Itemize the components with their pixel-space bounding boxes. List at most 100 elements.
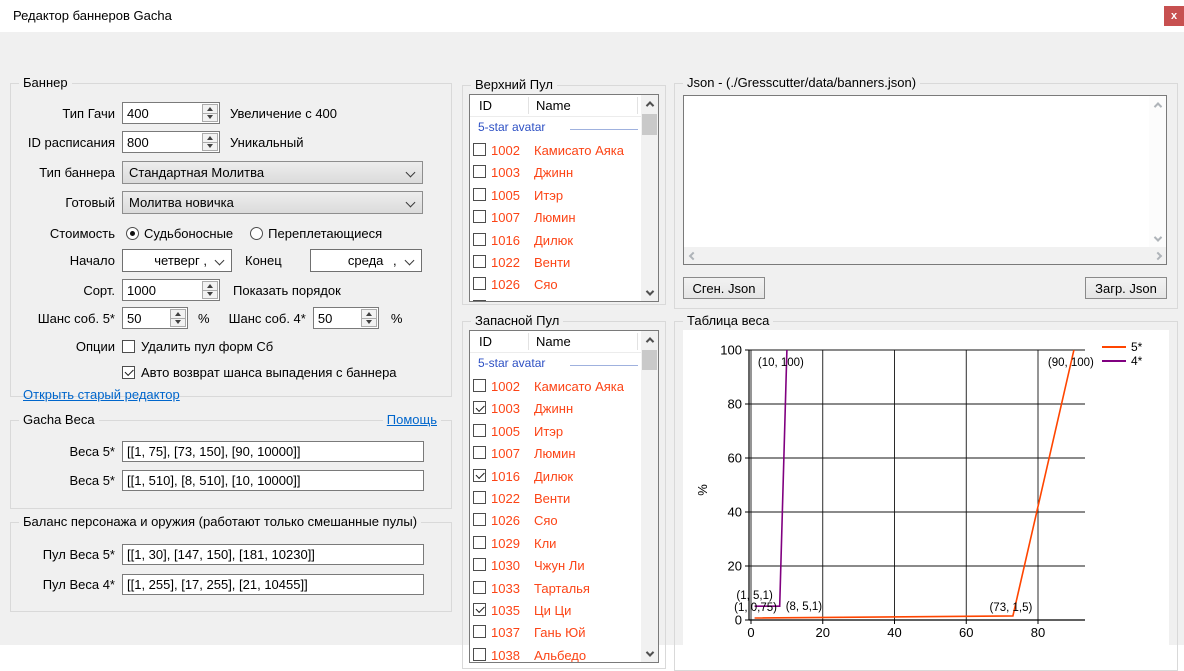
upper-pool-list[interactable]: IDName5-star avatar1002Камисато Аяка1003… (469, 94, 659, 302)
spinner-buttons[interactable] (202, 281, 218, 299)
spin-down-icon[interactable] (203, 114, 217, 122)
item-checkbox[interactable] (473, 401, 486, 414)
load-json-button[interactable]: Загр. Json (1085, 277, 1167, 299)
schedule-id-stepper[interactable]: 800 (122, 131, 220, 153)
prefab-select[interactable]: Молитва новичка (122, 191, 423, 214)
svg-text:(1, 0,75): (1, 0,75) (734, 602, 777, 614)
group-label: 5-star avatar (478, 120, 545, 134)
spin-down-icon[interactable] (203, 143, 217, 151)
generate-json-button[interactable]: Сген. Json (683, 277, 765, 299)
pool-item-1005[interactable]: 1005Итэр (470, 420, 641, 442)
item-checkbox[interactable] (473, 188, 486, 201)
scrollbar-thumb[interactable] (642, 350, 657, 370)
spin-up-icon[interactable] (203, 134, 217, 143)
banner-group-legend: Баннер (19, 75, 72, 90)
end-day-value: среда (348, 253, 384, 268)
pool-item-1003[interactable]: 1003Джинн (470, 161, 641, 183)
spinner-buttons[interactable] (202, 104, 218, 122)
item-checkbox[interactable] (473, 446, 486, 459)
spin-up-icon[interactable] (362, 310, 376, 319)
spin-up-icon[interactable] (203, 282, 217, 291)
pool-item-1033[interactable]: 1033Тарталья (470, 577, 641, 599)
item-checkbox[interactable] (473, 379, 486, 392)
list-rows: 1002Камисато Аяка1003Джинн1005Итэр1007Лю… (470, 375, 641, 662)
scroll-left-arrow[interactable] (684, 247, 701, 264)
json-textarea[interactable] (683, 95, 1167, 265)
item-checkbox[interactable] (473, 625, 486, 638)
list-scrollbar[interactable] (641, 95, 658, 301)
spinner-buttons[interactable] (361, 309, 377, 327)
pool-item-1026[interactable]: 1026Сяо (470, 509, 641, 531)
pool-item-1007[interactable]: 1007Люмин (470, 442, 641, 464)
weights5b-input[interactable]: [[1, 510], [8, 510], [10, 10000]] (122, 470, 424, 491)
sort-stepper[interactable]: 1000 (122, 279, 220, 301)
pool-item-1016[interactable]: 1016Дилюк (470, 465, 641, 487)
json-horizontal-scrollbar[interactable] (684, 247, 1166, 264)
item-checkbox[interactable] (473, 255, 486, 268)
item-checkbox[interactable] (473, 277, 486, 290)
pool-weights5-input[interactable]: [[1, 30], [147, 150], [181, 10230]] (122, 544, 424, 565)
banner-type-select[interactable]: Стандартная Молитва (122, 161, 423, 184)
item-checkbox[interactable] (473, 165, 486, 178)
help-link[interactable]: Помощь (383, 412, 441, 427)
item-checkbox[interactable] (473, 469, 486, 482)
spinner-buttons[interactable] (202, 133, 218, 151)
pool-item-1002[interactable]: 1002Камисато Аяка (470, 139, 641, 161)
item-checkbox[interactable] (473, 558, 486, 571)
cost-radio-intertwined[interactable] (250, 227, 263, 240)
pool-item-1003[interactable]: 1003Джинн (470, 397, 641, 419)
pool-item-1022[interactable]: 1022Венти (470, 251, 641, 273)
pool-item-1035[interactable]: 1035Ци Ци (470, 599, 641, 621)
pool-item-1007[interactable]: 1007Люмин (470, 206, 641, 228)
scroll-up-arrow[interactable] (641, 95, 658, 112)
pool-item-1030[interactable]: 1030Чжун Ли (470, 554, 641, 576)
end-day-select[interactable]: среда , (310, 249, 422, 272)
spin-down-icon[interactable] (171, 319, 185, 327)
gacha-type-stepper[interactable]: 400 (122, 102, 220, 124)
pool-item-1022[interactable]: 1022Венти (470, 487, 641, 509)
json-vertical-scrollbar[interactable] (1149, 96, 1166, 247)
item-checkbox[interactable] (473, 536, 486, 549)
open-old-editor-link[interactable]: Открыть старый редактор (23, 387, 180, 402)
item-checkbox[interactable] (473, 513, 486, 526)
item-checkbox[interactable] (473, 233, 486, 246)
chance5-stepper[interactable]: 50 (122, 307, 188, 329)
scroll-up-arrow[interactable] (641, 331, 658, 348)
scrollbar-thumb[interactable] (642, 114, 657, 135)
spinner-buttons[interactable] (170, 309, 186, 327)
scroll-up-arrow[interactable] (1149, 96, 1166, 113)
cost-radio-fate[interactable] (126, 227, 139, 240)
scroll-right-arrow[interactable] (1149, 247, 1166, 264)
weights5a-input[interactable]: [[1, 75], [73, 150], [90, 10000]] (122, 441, 424, 462)
spin-up-icon[interactable] (203, 105, 217, 114)
pool-item-1029[interactable]: 1029Кли (470, 532, 641, 554)
list-scrollbar[interactable] (641, 331, 658, 662)
json-group-legend: Json - (./Gresscutter/data/banners.json) (683, 75, 920, 90)
scroll-down-arrow[interactable] (641, 645, 658, 662)
item-checkbox[interactable] (473, 210, 486, 223)
item-checkbox[interactable] (473, 603, 486, 616)
start-day-select[interactable]: четверг , (122, 249, 232, 272)
spin-down-icon[interactable] (362, 319, 376, 327)
scroll-down-arrow[interactable] (1149, 230, 1166, 247)
pool-item-1002[interactable]: 1002Камисато Аяка (470, 375, 641, 397)
pool-item-1038[interactable]: 1038Альбедо (470, 644, 641, 662)
spin-up-icon[interactable] (171, 310, 185, 319)
item-checkbox[interactable] (473, 581, 486, 594)
item-checkbox[interactable] (473, 491, 486, 504)
item-checkbox[interactable] (473, 143, 486, 156)
chance4-stepper[interactable]: 50 (313, 307, 379, 329)
item-checkbox[interactable] (473, 424, 486, 437)
pool-item-1037[interactable]: 1037Гань Юй (470, 621, 641, 643)
spin-down-icon[interactable] (203, 291, 217, 299)
pool-item-1026[interactable]: 1026Сяо (470, 273, 641, 295)
pool-item-1005[interactable]: 1005Итэр (470, 184, 641, 206)
reserve-pool-list[interactable]: IDName5-star avatar1002Камисато Аяка1003… (469, 330, 659, 663)
pool-weights4-input[interactable]: [[1, 255], [17, 255], [21, 10455]] (122, 574, 424, 595)
pool-item-1016[interactable]: 1016Дилюк (470, 229, 641, 251)
scroll-down-arrow[interactable] (641, 284, 658, 301)
close-button[interactable]: x (1164, 6, 1184, 26)
delete-pool-checkbox[interactable] (122, 340, 135, 353)
item-checkbox[interactable] (473, 648, 486, 661)
auto-return-checkbox[interactable] (122, 366, 135, 379)
